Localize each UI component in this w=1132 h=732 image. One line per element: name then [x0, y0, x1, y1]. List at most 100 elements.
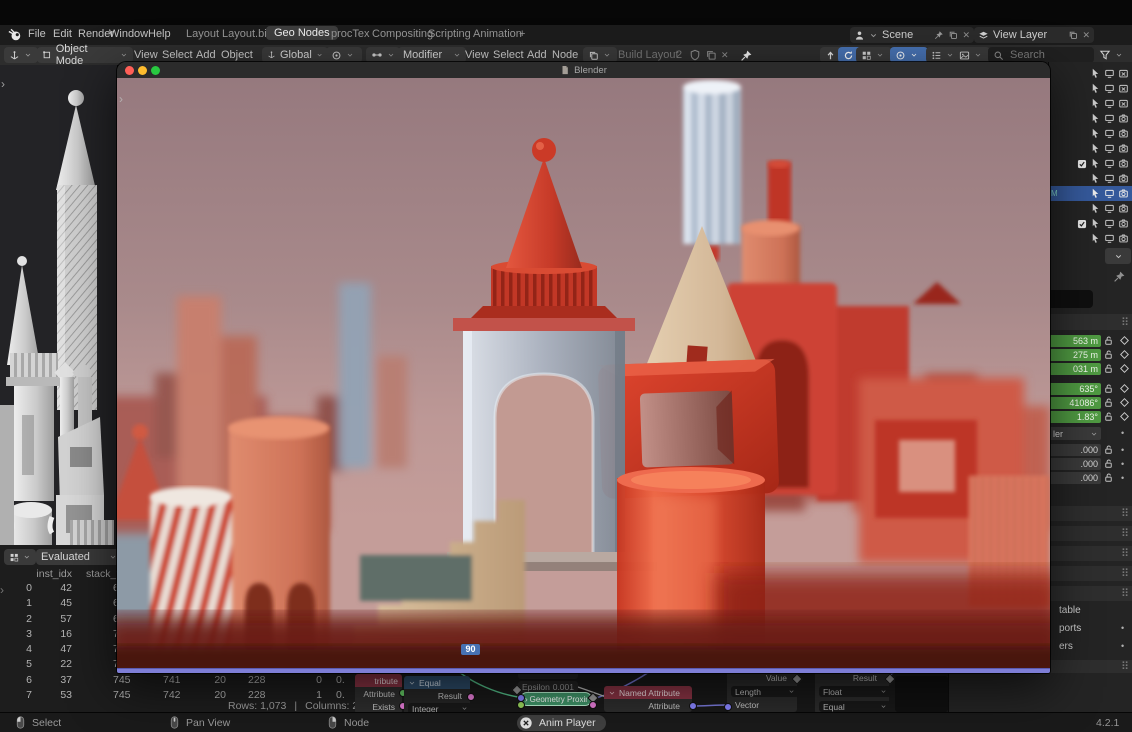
outliner-row[interactable]: [1049, 141, 1132, 156]
workspace-tab-geo-nodes[interactable]: Geo Nodes: [266, 26, 338, 40]
menu-help[interactable]: Help: [148, 28, 171, 40]
vector-input-socket[interactable]: [724, 703, 732, 711]
pin-icon[interactable]: [740, 49, 753, 62]
node-frame[interactable]: [895, 676, 948, 712]
animate-dot-icon[interactable]: •: [1121, 459, 1124, 469]
workspace-tab-proctex[interactable]: procTex: [331, 28, 370, 40]
viewport-visibility-icon[interactable]: [1104, 173, 1115, 184]
equal-node[interactable]: Equal Result Integer: [404, 676, 470, 715]
workspace-tab-compositing[interactable]: Compositing: [372, 28, 433, 40]
selectable-icon[interactable]: [1090, 83, 1101, 94]
selectable-icon[interactable]: [1090, 158, 1101, 169]
animate-dot-icon[interactable]: •: [1121, 623, 1124, 633]
node-menu-node[interactable]: Node: [552, 49, 578, 61]
checkbox-icon[interactable]: [1077, 159, 1087, 169]
editor-type-selector[interactable]: [4, 47, 38, 63]
anim-player-indicator[interactable]: Anim Player: [517, 715, 606, 731]
drag-handle-icon[interactable]: ⠿: [1121, 547, 1129, 560]
scale-x-field[interactable]: .000: [1049, 444, 1101, 456]
overlays-toggle[interactable]: [890, 47, 928, 63]
outliner-row[interactable]: [1049, 201, 1132, 216]
rotation-y-field[interactable]: 41086°: [1049, 397, 1101, 409]
render-visibility-icon[interactable]: [1118, 218, 1129, 229]
flag-selectable[interactable]: table: [1059, 605, 1081, 616]
collapse-panel-button[interactable]: [1105, 248, 1131, 264]
viewport-visibility-icon[interactable]: [1104, 158, 1115, 169]
selectable-icon[interactable]: [1090, 143, 1101, 154]
selectable-icon[interactable]: [1090, 233, 1101, 244]
fake-user-shield-icon[interactable]: [689, 49, 701, 61]
collapse-icon[interactable]: [408, 679, 416, 687]
workspace-tab-scripting[interactable]: Scripting: [428, 28, 471, 40]
node-menu-select[interactable]: Select: [493, 49, 524, 61]
stop-icon[interactable]: [519, 716, 533, 730]
scale-y-field[interactable]: .000: [1049, 458, 1101, 470]
pivot-point-selector[interactable]: [326, 47, 362, 63]
new-node-group-icon[interactable]: [705, 49, 717, 61]
region-expand-icon[interactable]: ›: [1, 77, 5, 91]
spreadsheet-editor-type[interactable]: [4, 549, 36, 565]
mode-selector[interactable]: Object Mode: [37, 47, 133, 63]
viewport-visibility-icon[interactable]: [1104, 83, 1115, 94]
animate-dot-icon[interactable]: •: [1121, 641, 1124, 651]
render-visibility-icon[interactable]: [1118, 233, 1129, 244]
zoom-window-button[interactable]: [151, 66, 160, 75]
collapse-icon[interactable]: [608, 689, 616, 697]
outliner-row[interactable]: [1049, 156, 1132, 171]
panel-header[interactable]: ⠿: [1049, 660, 1132, 673]
render-disabled-icon[interactable]: [1118, 68, 1129, 79]
outliner-search[interactable]: Search: [988, 47, 1094, 63]
viewport-visibility-icon[interactable]: [1104, 128, 1115, 139]
workspace-tab-layout[interactable]: Layout: [186, 28, 219, 40]
menu-edit[interactable]: Edit: [53, 28, 72, 40]
node-group-icon-button[interactable]: [583, 47, 617, 63]
drag-handle-icon[interactable]: ⠿: [1121, 507, 1129, 520]
lock-icon[interactable]: [1103, 383, 1114, 394]
render-window[interactable]: Blender: [117, 62, 1050, 673]
rotation-x-field[interactable]: 635°: [1049, 383, 1101, 395]
panel-header[interactable]: ⠿: [1049, 566, 1132, 581]
selectable-icon[interactable]: [1090, 128, 1101, 139]
named-attribute-node[interactable]: Named Attribute Attribute: [604, 686, 692, 712]
panel-header[interactable]: ⠿: [1049, 314, 1132, 330]
drag-handle-icon[interactable]: ⠿: [1121, 527, 1129, 540]
flag-show-viewports[interactable]: ports: [1059, 623, 1081, 634]
drag-handle-icon[interactable]: ⠿: [1121, 316, 1129, 329]
outliner-filter-mode[interactable]: [954, 47, 990, 63]
animate-dot-icon[interactable]: •: [1121, 445, 1124, 455]
render-visibility-icon[interactable]: [1118, 128, 1129, 139]
frame-progress-bar[interactable]: [117, 668, 1050, 673]
add-workspace-button[interactable]: +: [519, 28, 525, 40]
keyframe-diamond-icon[interactable]: [1119, 349, 1130, 360]
lock-icon[interactable]: [1103, 363, 1114, 374]
lock-icon[interactable]: [1103, 411, 1114, 422]
transform-orientation-selector[interactable]: Global: [262, 47, 328, 63]
location-z-field[interactable]: 031 m: [1049, 363, 1101, 375]
selectable-icon[interactable]: [1090, 113, 1101, 124]
vector-operation-dropdown[interactable]: Length: [731, 686, 799, 697]
scale-z-field[interactable]: .000: [1049, 472, 1101, 484]
region-expand-icon[interactable]: ›: [119, 92, 123, 106]
lock-icon[interactable]: [1103, 335, 1114, 346]
panel-header[interactable]: ⠿: [1049, 506, 1132, 521]
viewport-menu-view[interactable]: View: [134, 49, 158, 61]
viewport-visibility-icon[interactable]: [1104, 203, 1115, 214]
menu-window[interactable]: Window: [109, 28, 148, 40]
outliner-row[interactable]: [1049, 96, 1132, 111]
render-visibility-icon[interactable]: [1118, 173, 1129, 184]
location-x-field[interactable]: 563 m: [1049, 335, 1101, 347]
rotation-z-field[interactable]: 1.83°: [1049, 411, 1101, 423]
lock-icon[interactable]: [1103, 444, 1114, 455]
new-scene-icon[interactable]: [948, 30, 958, 40]
selectable-icon[interactable]: [1090, 218, 1101, 229]
render-visibility-icon[interactable]: [1118, 113, 1129, 124]
new-layer-icon[interactable]: [1068, 30, 1078, 40]
rotation-mode-dropdown[interactable]: ler: [1049, 427, 1101, 440]
scene-selector[interactable]: Scene ✕: [850, 27, 974, 43]
viewport-menu-object[interactable]: Object: [221, 49, 253, 61]
viewport-visibility-icon[interactable]: [1104, 218, 1115, 229]
selectable-icon[interactable]: [1090, 203, 1101, 214]
pin-icon[interactable]: [1113, 270, 1126, 283]
render-disabled-icon[interactable]: [1118, 98, 1129, 109]
render-visibility-icon[interactable]: [1118, 158, 1129, 169]
